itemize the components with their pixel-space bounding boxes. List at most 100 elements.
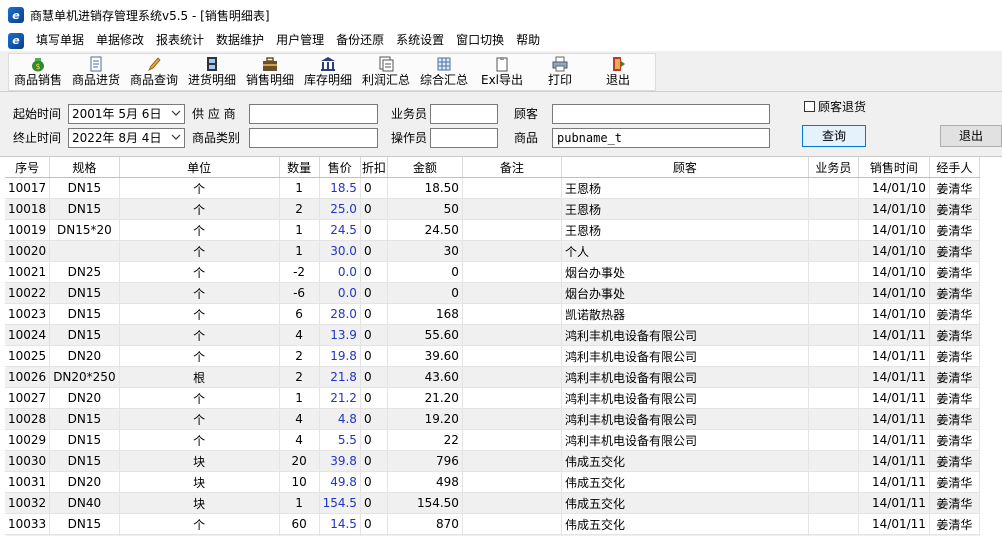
- table-row[interactable]: 10018 DN15 个 2 25.0 0 50 王恩杨 14/01/10 姜清华: [5, 198, 980, 220]
- table-row[interactable]: 10025 DN20 个 2 19.8 0 39.60 鸿利丰机电设备有限公司 14/01/11…: [5, 345, 980, 367]
- toolbar-label: 进货明细: [187, 73, 236, 87]
- menu-backup-restore[interactable]: 备份还原: [330, 30, 390, 51]
- toolbar-label: 商品查询: [129, 73, 178, 87]
- col-customer-cell: 鸿利丰机电设备有限公司: [561, 345, 809, 367]
- table-row[interactable]: 10027 DN20 个 1 21.2 0 21.20 鸿利丰机电设备有限公司 14/01/11…: [5, 387, 980, 409]
- col-amount-cell: 55.60: [387, 324, 463, 346]
- col-serial-cell: 10029: [5, 429, 51, 451]
- overall-summary-button[interactable]: 综合汇总: [415, 54, 473, 90]
- excel-export-button[interactable]: Exl导出: [473, 54, 531, 90]
- col-remark-cell: [462, 513, 562, 535]
- col-sale-time-cell: 14/01/11: [858, 492, 930, 514]
- exit-button[interactable]: 退出: [940, 125, 1002, 147]
- table-row[interactable]: 10023 DN15 个 6 28.0 0 168 凯诺散热器 14/01/10 姜清华: [5, 303, 980, 325]
- menu-reports[interactable]: 报表统计: [150, 30, 210, 51]
- table-row[interactable]: 10028 DN15 个 4 4.8 0 19.20 鸿利丰机电设备有限公司 14/01/11 姜…: [5, 408, 980, 430]
- col-customer-cell: 鸿利丰机电设备有限公司: [561, 366, 809, 388]
- sales-detail-button[interactable]: 销售明细: [241, 54, 299, 90]
- menu-data-maintenance[interactable]: 数据维护: [210, 30, 270, 51]
- col-unit-header[interactable]: 单位: [119, 157, 280, 178]
- menu-window-switch[interactable]: 窗口切换: [450, 30, 510, 51]
- profit-summary-button[interactable]: 利润汇总: [357, 54, 415, 90]
- col-amount-header[interactable]: 金额: [387, 157, 463, 178]
- col-customer-header[interactable]: 顾客: [561, 157, 809, 178]
- table-row[interactable]: 10030 DN15 块 20 39.8 0 796 伟成五交化 14/01/11 姜清华: [5, 450, 980, 472]
- toolbar-label: 利润汇总: [361, 73, 410, 87]
- menu-help[interactable]: 帮助: [510, 30, 546, 51]
- col-price-cell: 154.5: [319, 492, 361, 514]
- col-serial-cell: 10027: [5, 387, 51, 409]
- col-discount-header[interactable]: 折扣: [360, 157, 388, 178]
- col-handler-cell: 姜清华: [929, 408, 980, 430]
- table-row[interactable]: 10031 DN20 块 10 49.8 0 498 伟成五交化 14/01/11 姜清华: [5, 471, 980, 493]
- grid-icon: [437, 57, 451, 71]
- start-date-picker[interactable]: 2001年 5月 6日: [68, 104, 185, 124]
- col-sale-time-header[interactable]: 销售时间: [858, 157, 930, 178]
- menu-edit-forms[interactable]: 单据修改: [90, 30, 150, 51]
- col-remark-cell: [462, 324, 562, 346]
- operator-field[interactable]: [430, 128, 498, 148]
- col-handler-cell: 姜清华: [929, 303, 980, 325]
- table-row[interactable]: 10017 DN15 个 1 18.5 0 18.50 王恩杨 14/01/10 姜清华: [5, 177, 980, 199]
- col-spec-cell: [49, 240, 120, 262]
- table-row[interactable]: 10026 DN20*250 根 2 21.8 0 43.60 鸿利丰机电设备有限公司 14/0…: [5, 366, 980, 388]
- child-window-icon[interactable]: e: [8, 32, 24, 49]
- col-salesman-cell: [808, 471, 859, 493]
- col-salesman-cell: [808, 198, 859, 220]
- customer-return-checkbox[interactable]: [804, 101, 815, 112]
- product-sales-button[interactable]: $ 商品销售: [9, 54, 67, 90]
- col-handler-cell: 姜清华: [929, 471, 980, 493]
- col-remark-cell: [462, 303, 562, 325]
- category-field[interactable]: [249, 128, 378, 148]
- col-spec-header[interactable]: 规格: [49, 157, 120, 178]
- col-discount-cell: 0: [360, 492, 388, 514]
- col-serial-cell: 10028: [5, 408, 51, 430]
- table-row[interactable]: 10033 DN15 个 60 14.5 0 870 伟成五交化 14/01/11 姜清华: [5, 513, 980, 535]
- col-spec-cell: DN25: [49, 261, 120, 283]
- supplier-field[interactable]: [249, 104, 378, 124]
- col-serial-header[interactable]: 序号: [5, 157, 51, 178]
- col-salesman-cell: [808, 513, 859, 535]
- table-row[interactable]: 10024 DN15 个 4 13.9 0 55.60 鸿利丰机电设备有限公司 14/01/11…: [5, 324, 980, 346]
- col-quantity-header[interactable]: 数量: [279, 157, 320, 178]
- svg-text:$: $: [35, 62, 40, 71]
- product-query-button[interactable]: 商品查询: [125, 54, 183, 90]
- col-salesman-header[interactable]: 业务员: [808, 157, 859, 178]
- exit-toolbar-button[interactable]: 退出: [589, 54, 647, 90]
- col-price-cell: 21.8: [319, 366, 361, 388]
- purchase-detail-button[interactable]: 进货明细: [183, 54, 241, 90]
- col-remark-header[interactable]: 备注: [462, 157, 562, 178]
- col-salesman-cell: [808, 345, 859, 367]
- table-row[interactable]: 10021 DN25 个 -2 0.0 0 0 烟台办事处 14/01/10 姜清华: [5, 261, 980, 283]
- col-handler-cell: 姜清华: [929, 429, 980, 451]
- col-sale-time-cell: 14/01/11: [858, 387, 930, 409]
- col-handler-cell: 姜清华: [929, 261, 980, 283]
- col-handler-header[interactable]: 经手人: [929, 157, 980, 178]
- col-remark-cell: [462, 240, 562, 262]
- col-price-header[interactable]: 售价: [319, 157, 361, 178]
- table-row[interactable]: 10029 DN15 个 4 5.5 0 22 鸿利丰机电设备有限公司 14/01/11 姜清华: [5, 429, 980, 451]
- col-unit-cell: 个: [119, 177, 280, 199]
- col-unit-cell: 个: [119, 198, 280, 220]
- col-unit-cell: 个: [119, 324, 280, 346]
- salesman-field[interactable]: [430, 104, 498, 124]
- end-date-picker[interactable]: 2022年 8月 4日: [68, 128, 185, 148]
- clipboard-icon: [496, 57, 508, 72]
- menu-user-management[interactable]: 用户管理: [270, 30, 330, 51]
- menu-fill-forms[interactable]: 填写单据: [30, 30, 90, 51]
- col-amount-cell: 24.50: [387, 219, 463, 241]
- customer-field[interactable]: [552, 104, 770, 124]
- table-row[interactable]: 10022 DN15 个 -6 0.0 0 0 烟台办事处 14/01/10 姜清华: [5, 282, 980, 304]
- table-row[interactable]: 10019 DN15*20 个 1 24.5 0 24.50 王恩杨 14/01/10 姜清华: [5, 219, 980, 241]
- table-row[interactable]: 10020 个 1 30.0 0 30 个人 14/01/10 姜清华: [5, 240, 980, 262]
- query-button[interactable]: 查询: [802, 125, 866, 147]
- print-button[interactable]: 打印: [531, 54, 589, 90]
- inventory-detail-button[interactable]: 库存明细: [299, 54, 357, 90]
- product-field[interactable]: pubname_t: [552, 128, 770, 148]
- col-spec-cell: DN15: [49, 177, 120, 199]
- product-purchase-button[interactable]: 商品进货: [67, 54, 125, 90]
- col-sale-time-cell: 14/01/11: [858, 429, 930, 451]
- menu-system-settings[interactable]: 系统设置: [390, 30, 450, 51]
- table-row[interactable]: 10032 DN40 块 1 154.5 0 154.50 伟成五交化 14/01/11 姜清华: [5, 492, 980, 514]
- col-handler-cell: 姜清华: [929, 450, 980, 472]
